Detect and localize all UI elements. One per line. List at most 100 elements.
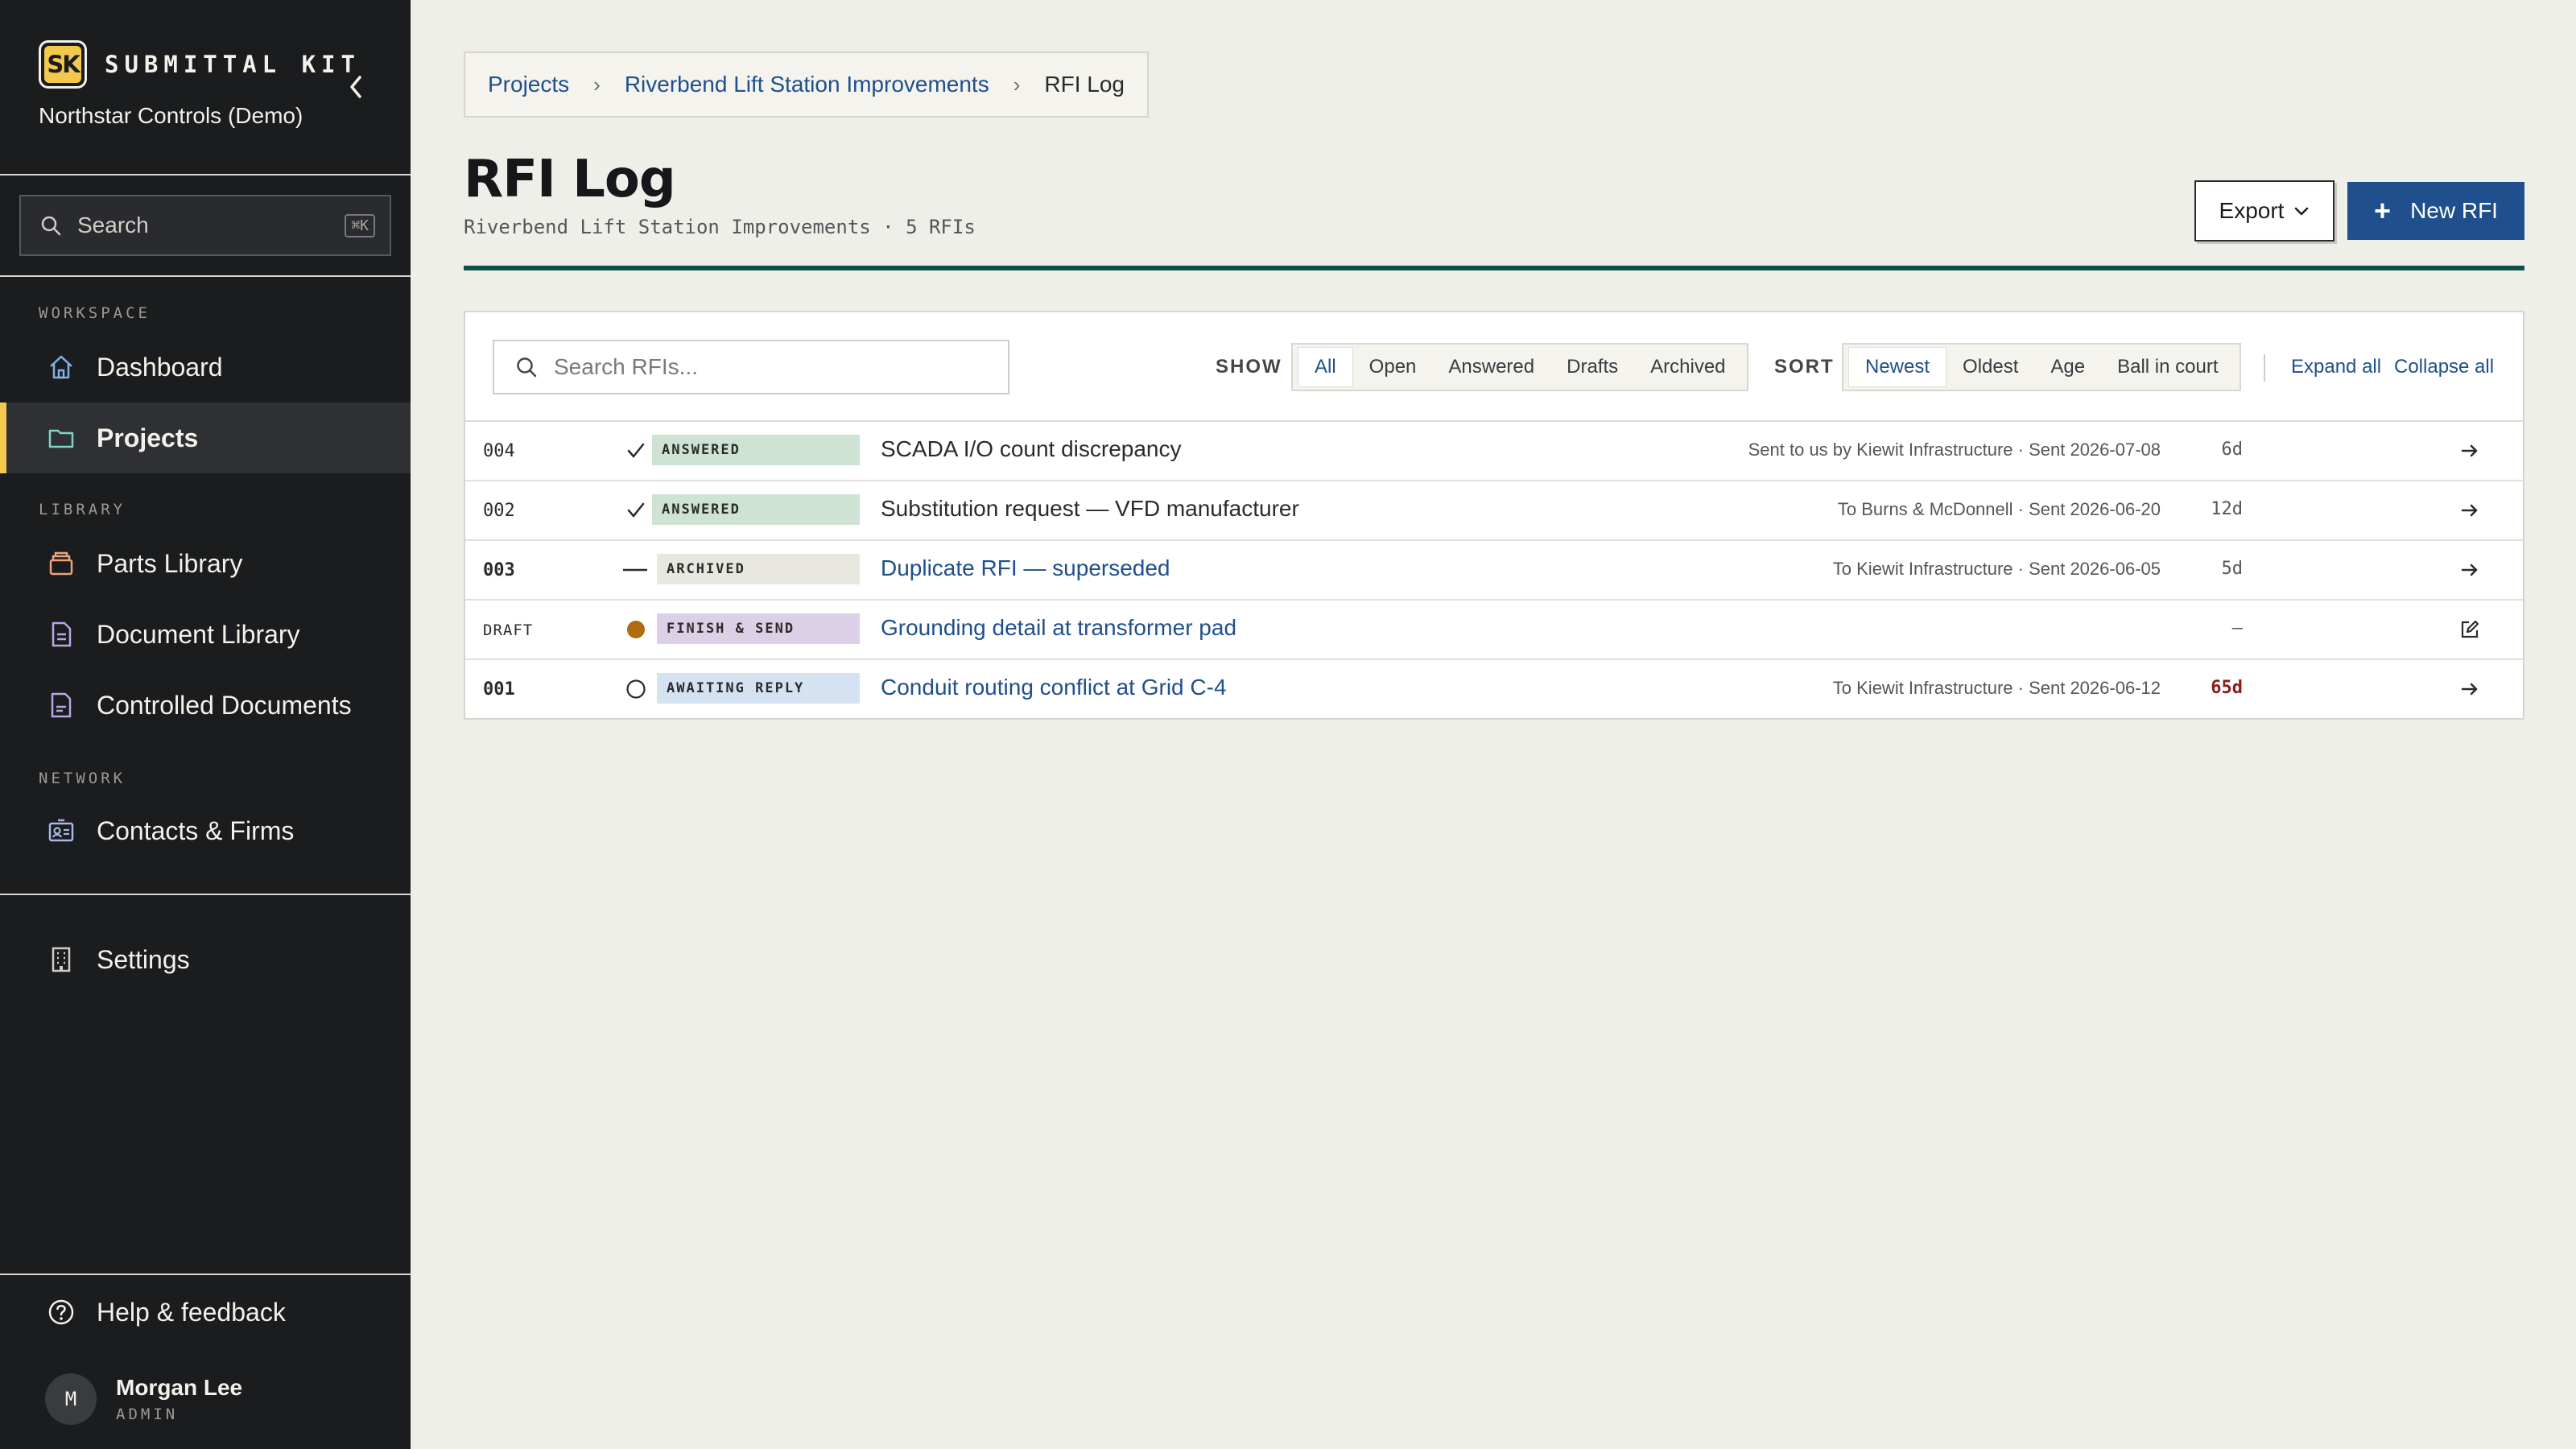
help-icon [45,1296,77,1328]
help-label: Help & feedback [97,1297,286,1327]
new-rfi-button[interactable]: + New RFI [2347,182,2524,240]
page-subtitle: Riverbend Lift Station Improvements · 5 … [464,216,976,238]
rfi-title[interactable]: Conduit routing conflict at Grid C-4 [881,675,1227,700]
arrow-right-icon[interactable] [2455,675,2484,704]
table-row[interactable]: 001 AWAITING REPLY Conduit routing confl… [465,660,2523,720]
rfi-age: 5d [2221,559,2244,579]
sidebar-divider [0,1274,411,1275]
show-option-drafts[interactable]: Drafts [1550,347,1634,387]
rfi-meta: To Burns & McDonnell · Sent 2026-06-20 [1837,499,2161,519]
sidebar-item-label: Dashboard [97,352,223,382]
user-menu[interactable]: M Morgan Lee ADMIN [45,1373,242,1425]
rfi-search-input[interactable]: Search RFIs... [493,340,1009,394]
filter-bar: Search RFIs... SHOW All Open Answered Dr… [465,312,2523,422]
table-row[interactable]: DRAFT FINISH & SEND Grounding detail at … [465,601,2523,660]
arrow-right-icon[interactable] [2455,436,2484,465]
show-option-answered[interactable]: Answered [1432,347,1550,387]
sort-option-ball-in-court[interactable]: Ball in court [2101,347,2234,387]
export-label: Export [2219,198,2285,223]
export-button[interactable]: Export [2194,180,2334,242]
rfi-title[interactable]: SCADA I/O count discrepancy [881,436,1182,462]
edit-icon[interactable] [2455,615,2484,644]
chevron-right-icon: › [1013,72,1021,97]
rfi-meta: To Kiewit Infrastructure · Sent 2026-06-… [1832,678,2161,698]
avatar: M [45,1373,97,1425]
show-option-all[interactable]: All [1298,347,1353,387]
user-name: Morgan Lee [116,1375,243,1400]
rfi-number: 002 [483,501,515,521]
sidebar-item-label: Contacts & Firms [97,815,295,845]
sort-option-age[interactable]: Age [2034,347,2101,387]
rfi-age: 12d [2211,499,2243,519]
sidebar-search[interactable]: Search ⌘K [19,195,391,256]
table-row[interactable]: 004 ANSWERED SCADA I/O count discrepancy… [465,422,2523,481]
sidebar-divider [0,275,411,277]
breadcrumb-project[interactable]: Riverbend Lift Station Improvements [625,72,989,97]
chevron-right-icon: › [593,72,601,97]
sidebar-divider [0,174,411,175]
help-feedback-link[interactable]: Help & feedback [0,1277,411,1348]
status-badge: ANSWERED [652,435,860,465]
expand-all-link[interactable]: Expand all [2291,356,2381,378]
app-logo: SK [39,40,87,89]
check-icon [623,497,649,523]
sidebar-divider [0,894,411,895]
sidebar-item-document-library[interactable]: Document Library [0,599,411,670]
rfi-age: – [2231,618,2243,638]
breadcrumb-projects[interactable]: Projects [488,72,569,97]
sidebar-item-controlled-documents[interactable]: Controlled Documents [0,670,411,741]
title-rule [464,266,2524,270]
sort-label: SORT [1774,356,1835,378]
table-row[interactable]: 003 ARCHIVED Duplicate RFI — superseded … [465,541,2523,601]
sidebar-item-label: Settings [97,944,190,974]
arrow-right-icon[interactable] [2455,496,2484,525]
rfi-number: DRAFT [483,621,534,639]
sidebar-item-settings[interactable]: Settings [0,924,411,995]
rfi-age: 6d [2221,440,2244,460]
sidebar-item-projects[interactable]: Projects [0,402,411,473]
search-icon [517,357,537,378]
rfi-age: 65d [2211,678,2243,698]
status-badge: FINISH & SEND [657,613,860,644]
sort-option-newest[interactable]: Newest [1848,347,1947,387]
sort-option-oldest[interactable]: Oldest [1946,347,2034,387]
sidebar-item-label: Controlled Documents [97,690,352,720]
sidebar-item-contacts-firms[interactable]: Contacts & Firms [0,795,411,866]
search-shortcut: ⌘K [345,214,375,237]
rfi-number: 001 [483,679,515,700]
show-option-archived[interactable]: Archived [1634,347,1741,387]
rfi-title[interactable]: Grounding detail at transformer pad [881,615,1236,641]
building-icon [45,943,77,976]
rfi-title[interactable]: Substitution request — VFD manufacturer [881,496,1299,522]
rfi-title[interactable]: Duplicate RFI — superseded [881,555,1170,581]
search-icon [41,216,61,236]
sidebar: SK SUBMITTAL KIT Northstar Controls (Dem… [0,0,411,1449]
sidebar-search-label: Search [77,213,149,237]
section-label-workspace: WORKSPACE [39,304,151,322]
folder-icon [45,422,77,454]
section-label-network: NETWORK [39,770,126,787]
show-filter: All Open Answered Drafts Archived [1291,343,1748,391]
sidebar-item-parts-library[interactable]: Parts Library [0,528,411,599]
rfi-number: 004 [483,441,515,461]
sort-filter: Newest Oldest Age Ball in court [1842,343,2241,391]
collapse-sidebar-button[interactable] [341,71,370,103]
show-option-open[interactable]: Open [1353,347,1433,387]
sidebar-item-label: Document Library [97,619,300,649]
collapse-all-link[interactable]: Collapse all [2394,356,2494,378]
filter-divider [2264,354,2265,382]
sidebar-item-dashboard[interactable]: Dashboard [0,332,411,402]
brand[interactable]: SK SUBMITTAL KIT [39,40,361,89]
chevron-left-icon [350,76,361,98]
sidebar-item-label: Parts Library [97,548,243,578]
org-name: Northstar Controls (Demo) [39,103,303,128]
rfi-meta: Sent to us by Kiewit Infrastructure · Se… [1748,440,2161,460]
rfi-panel: Search RFIs... SHOW All Open Answered Dr… [464,311,2524,720]
filled-dot-icon [623,617,649,642]
arrow-right-icon[interactable] [2455,555,2484,584]
check-icon [623,438,649,464]
page-title: RFI Log [464,150,676,209]
dash-icon [623,557,649,583]
table-row[interactable]: 002 ANSWERED Substitution request — VFD … [465,481,2523,541]
status-badge: ANSWERED [652,494,860,525]
